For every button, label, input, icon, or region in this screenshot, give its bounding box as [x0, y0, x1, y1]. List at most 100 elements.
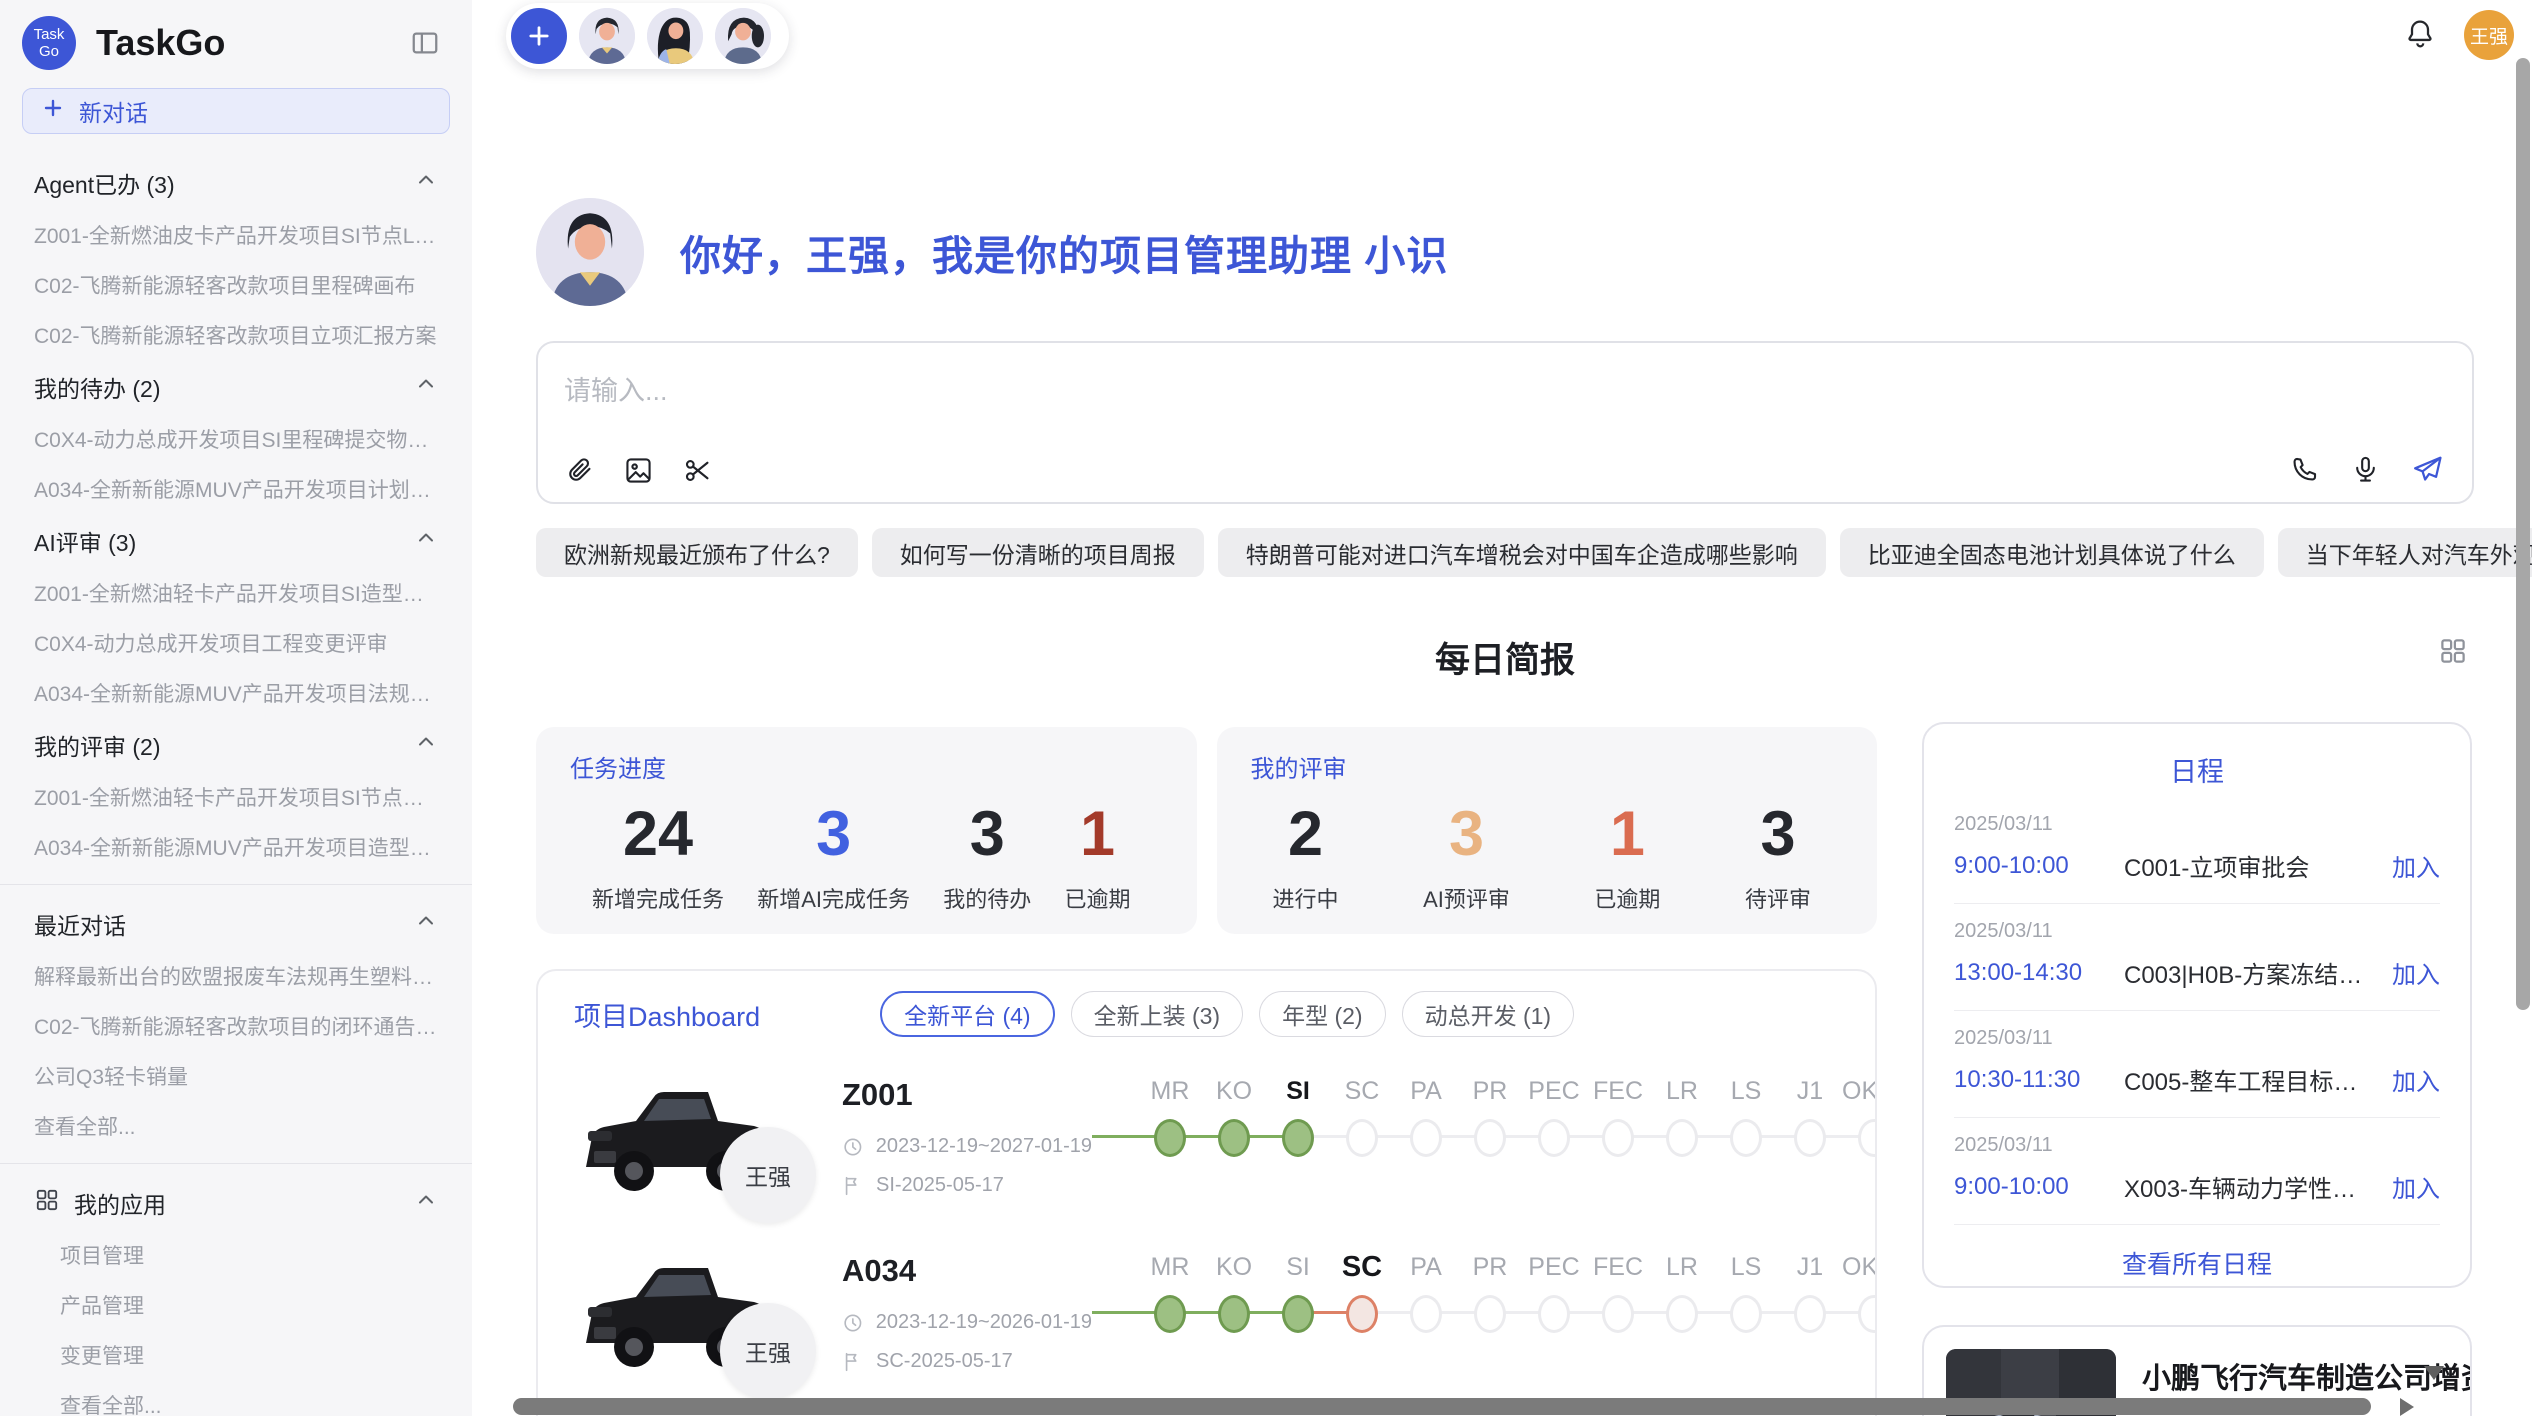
member-avatar[interactable]: [715, 8, 771, 64]
suggestion-chip[interactable]: 比亚迪全固态电池计划具体说了什么: [1840, 528, 2264, 577]
project-rows: 王强Z0012023-12-19~2027-01-19SI-2025-05-17…: [574, 1071, 1839, 1389]
milestone-node[interactable]: [1858, 1119, 1877, 1157]
milestone-node[interactable]: [1538, 1295, 1570, 1333]
composer-tools-left: [564, 455, 713, 486]
milestone-node[interactable]: [1538, 1119, 1570, 1157]
sidebar-task-item[interactable]: Z001-全新燃油皮卡产品开发项目SI节点Lesson Learn报告: [0, 210, 472, 260]
milestone-node[interactable]: [1218, 1295, 1250, 1333]
new-chat-button[interactable]: 新对话: [22, 88, 450, 134]
sidebar-task-item[interactable]: Z001-全新燃油轻卡产品开发项目SI节点属性5D文件评审: [0, 772, 472, 822]
app-item[interactable]: 查看全部...: [0, 1380, 472, 1416]
milestone-node[interactable]: [1794, 1295, 1826, 1333]
project-row[interactable]: 王强A0342023-12-19~2026-01-19SC-2025-05-17…: [574, 1247, 1839, 1389]
dashboard-tab[interactable]: 年型 (2): [1259, 991, 1386, 1037]
milestone-node[interactable]: [1282, 1295, 1314, 1333]
milestone-node[interactable]: [1154, 1295, 1186, 1333]
sidebar-task-item[interactable]: C0X4-动力总成开发项目工程变更评审: [0, 618, 472, 668]
milestone-node[interactable]: [1602, 1295, 1634, 1333]
section-header[interactable]: 我的评审 (2): [0, 718, 472, 772]
dashboard-tab[interactable]: 全新上装 (3): [1071, 991, 1244, 1037]
join-event-link[interactable]: 加入: [2392, 955, 2440, 990]
milestone-node[interactable]: [1666, 1119, 1698, 1157]
chevron-up-icon[interactable]: [414, 526, 438, 556]
sidebar-task-item[interactable]: C0X4-动力总成开发项目SI里程碑提交物检查: [0, 414, 472, 464]
user-avatar[interactable]: 王强: [2464, 10, 2514, 60]
chevron-up-icon[interactable]: [414, 1188, 438, 1218]
add-member-button[interactable]: [511, 8, 567, 64]
horizontal-scrollbar[interactable]: [513, 1398, 2371, 1415]
milestone-node[interactable]: [1858, 1295, 1877, 1333]
vertical-scrollbar[interactable]: [2516, 58, 2530, 1010]
voice-call-icon[interactable]: [2289, 454, 2320, 485]
milestone-node[interactable]: [1282, 1119, 1314, 1157]
milestone-node[interactable]: [1218, 1119, 1250, 1157]
notification-bell-icon[interactable]: [2404, 17, 2436, 54]
milestone-node[interactable]: [1154, 1119, 1186, 1157]
milestone-node[interactable]: [1346, 1119, 1378, 1157]
chevron-up-icon[interactable]: [414, 730, 438, 760]
join-event-link[interactable]: 加入: [2392, 848, 2440, 883]
milestone-label: PEC: [1522, 1073, 1586, 1115]
new-chat-label: 新对话: [79, 94, 148, 128]
section-header[interactable]: 我的应用: [0, 1176, 472, 1230]
suggestion-chip[interactable]: 特朗普可能对进口汽车增税会对中国车企造成哪些影响: [1218, 528, 1826, 577]
suggestion-chip[interactable]: 当下年轻人对汽车外观有怎样的喜好趋势: [2278, 528, 2532, 577]
milestone-node[interactable]: [1410, 1119, 1442, 1157]
section-header[interactable]: Agent已办 (3): [0, 156, 472, 210]
dashboard-tab[interactable]: 全新平台 (4): [880, 991, 1055, 1037]
sidebar-task-item[interactable]: C02-飞腾新能源轻客改款项目立项汇报方案: [0, 310, 472, 360]
milestone: SC: [1330, 1249, 1394, 1389]
milestone-node[interactable]: [1474, 1119, 1506, 1157]
sidebar-task-item[interactable]: A034-全新新能源MUV产品开发项目计划变更表编写: [0, 464, 472, 514]
app-item[interactable]: 项目管理: [0, 1230, 472, 1280]
milestone-node[interactable]: [1730, 1295, 1762, 1333]
suggestion-chip[interactable]: 欧洲新规最近颁布了什么?: [536, 528, 858, 577]
member-avatar[interactable]: [647, 8, 703, 64]
microphone-icon[interactable]: [2350, 454, 2381, 485]
chevron-up-icon[interactable]: [414, 372, 438, 402]
milestone-node[interactable]: [1410, 1295, 1442, 1333]
milestone: SC: [1330, 1073, 1394, 1213]
join-event-link[interactable]: 加入: [2392, 1062, 2440, 1097]
milestone-node[interactable]: [1474, 1295, 1506, 1333]
suggestion-chip[interactable]: 如何写一份清晰的项目周报: [872, 528, 1204, 577]
view-all-schedule-link[interactable]: 查看所有日程: [1954, 1225, 2440, 1301]
recent-chat-item[interactable]: 解释最新出台的欧盟报废车法规再生塑料比例被调至15%...: [0, 951, 472, 1001]
message-input[interactable]: [562, 363, 2266, 419]
send-icon[interactable]: [2411, 453, 2444, 486]
screenshot-scissors-icon[interactable]: [682, 455, 713, 486]
app-item[interactable]: 产品管理: [0, 1280, 472, 1330]
dashboard-tab[interactable]: 动总开发 (1): [1402, 991, 1575, 1037]
recent-chat-item[interactable]: 查看全部...: [0, 1101, 472, 1151]
section-header[interactable]: AI评审 (3): [0, 514, 472, 568]
sidebar-task-item[interactable]: A034-全新新能源MUV产品开发项目法规符合性评审: [0, 668, 472, 718]
app-item[interactable]: 变更管理: [0, 1330, 472, 1380]
sidebar-task-item[interactable]: C02-飞腾新能源轻客改款项目里程碑画布: [0, 260, 472, 310]
milestone-node[interactable]: [1730, 1119, 1762, 1157]
section-header[interactable]: 最近对话: [0, 897, 472, 951]
collapse-sidebar-icon[interactable]: [408, 26, 442, 60]
recent-chat-item[interactable]: 公司Q3轻卡销量: [0, 1051, 472, 1101]
sidebar-task-item[interactable]: A034-全新新能源MUV产品开发项目造型可行性评审: [0, 822, 472, 872]
project-owner-badge: 王强: [720, 1127, 816, 1223]
milestone-node[interactable]: [1666, 1295, 1698, 1333]
section-header[interactable]: 我的待办 (2): [0, 360, 472, 414]
schedule-event: 2025/03/1110:30-11:30C005-整车工程目标评审加入: [1954, 1011, 2440, 1118]
scroll-right-arrow[interactable]: [2400, 1398, 2414, 1416]
chevron-up-icon[interactable]: [414, 168, 438, 198]
image-upload-icon[interactable]: [623, 455, 654, 486]
milestone-node[interactable]: [1602, 1119, 1634, 1157]
recent-chat-item[interactable]: C02-飞腾新能源轻客改款项目的闭环通告反馈情况: [0, 1001, 472, 1051]
project-row[interactable]: 王强Z0012023-12-19~2027-01-19SI-2025-05-17…: [574, 1071, 1839, 1213]
sidebar-task-item[interactable]: Z001-全新燃油轻卡产品开发项目SI造型提交物评审: [0, 568, 472, 618]
attachment-icon[interactable]: [564, 455, 595, 486]
schedule-card: 日程 2025/03/119:00-10:00C001-立项审批会加入2025/…: [1922, 722, 2472, 1288]
assistant-avatar: [536, 198, 644, 306]
milestone-node[interactable]: [1346, 1295, 1378, 1333]
layout-grid-icon[interactable]: [2438, 636, 2468, 671]
member-avatar[interactable]: [579, 8, 635, 64]
join-event-link[interactable]: 加入: [2392, 1169, 2440, 1204]
scroll-down-arrow[interactable]: [2424, 1366, 2444, 1380]
chevron-up-icon[interactable]: [414, 909, 438, 939]
milestone-node[interactable]: [1794, 1119, 1826, 1157]
